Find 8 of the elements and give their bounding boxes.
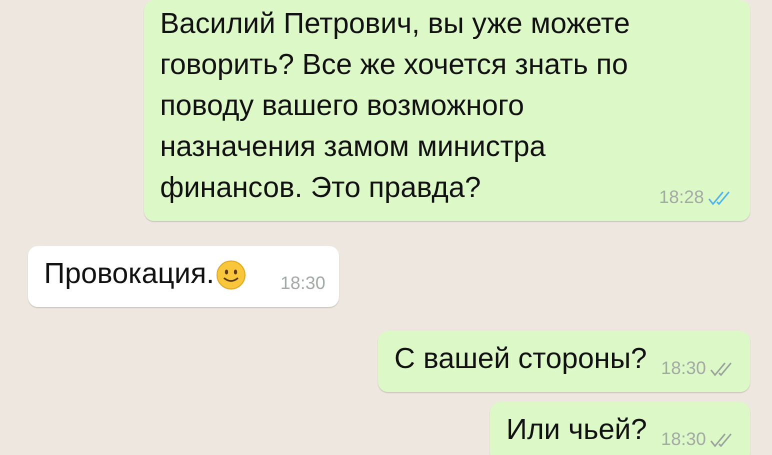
message-time: 18:30 [280,272,326,295]
message-text: Или чьей? [506,413,647,448]
message-text: С вашей стороны? [394,342,647,377]
message-text: Провокация. [44,257,214,292]
message-time: 18:28 [658,186,704,209]
message-time: 18:30 [660,428,706,451]
message-time: 18:30 [660,357,706,380]
message-text: Василий Петрович, вы уже можете говорить? Все же хочется знать по поводу вашего возможного назначения замом министра финансов. Это правда? [160,7,631,206]
